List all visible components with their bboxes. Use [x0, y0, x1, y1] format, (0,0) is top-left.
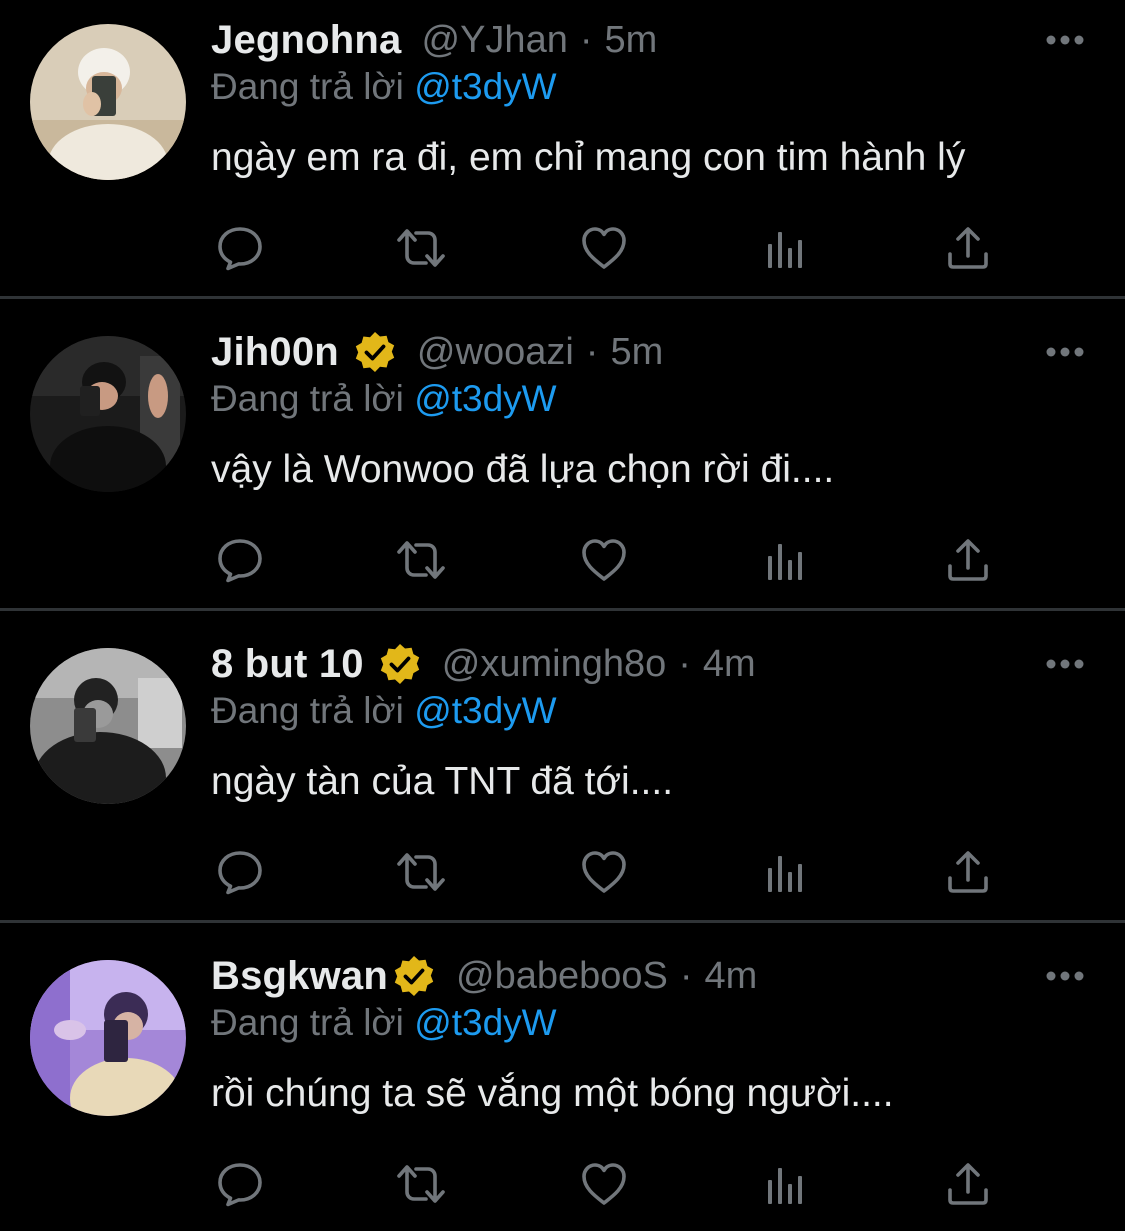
reply-icon	[218, 851, 262, 895]
separator: ·	[678, 642, 691, 685]
divider	[0, 920, 1125, 923]
views-icon	[768, 1168, 802, 1204]
views-icon	[768, 544, 802, 580]
tweet-text: ngày tàn của TNT đã tới....	[211, 760, 674, 803]
user-handle[interactable]: @YJhan	[422, 19, 568, 62]
replying-to: Đang trả lời @t3dyW	[211, 1002, 557, 1044]
retweet-button[interactable]	[395, 1158, 447, 1210]
more-icon[interactable]	[1045, 658, 1085, 670]
user-handle[interactable]: @xumingh8o	[442, 643, 666, 686]
replying-to-label: Đang trả lời	[211, 1002, 404, 1043]
mention-link[interactable]: @t3dyW	[414, 1002, 556, 1043]
tweet-text: ngày em ra đi, em chỉ mang con tim hành …	[211, 136, 966, 179]
action-bar	[212, 222, 992, 278]
reply-button[interactable]	[214, 222, 266, 274]
tweet-text: rồi chúng ta sẽ vắng một bóng người....	[211, 1072, 894, 1115]
reply-button[interactable]	[214, 1158, 266, 1210]
avatar[interactable]	[30, 648, 186, 804]
tweet[interactable]: Jih00n @wooazi · 5m Đang trả lời @t3dyW …	[0, 312, 1125, 624]
share-button[interactable]	[942, 534, 994, 586]
heart-icon	[582, 1163, 626, 1205]
share-button[interactable]	[942, 222, 994, 274]
verified-badge-icon	[394, 956, 434, 996]
reply-icon	[218, 1163, 262, 1207]
tweet-text: vậy là Wonwoo đã lựa chọn rời đi....	[211, 448, 835, 491]
avatar[interactable]	[30, 24, 186, 180]
timestamp[interactable]: 4m	[705, 955, 758, 998]
separator: ·	[679, 954, 693, 997]
share-icon	[948, 1163, 988, 1205]
more-icon[interactable]	[1045, 970, 1085, 982]
views-icon	[768, 232, 802, 268]
reply-icon	[218, 227, 262, 271]
share-button[interactable]	[942, 846, 994, 898]
avatar[interactable]	[30, 336, 186, 492]
avatar[interactable]	[30, 960, 186, 1116]
timestamp[interactable]: 5m	[610, 331, 663, 374]
heart-icon	[582, 851, 626, 893]
display-name[interactable]: Jih00n	[211, 330, 339, 375]
mention-link[interactable]: @t3dyW	[414, 66, 556, 107]
display-name[interactable]: 8 but 10	[211, 642, 364, 687]
timestamp[interactable]: 4m	[703, 643, 756, 686]
tweet[interactable]: 8 but 10 @xumingh8o · 4m Đang trả lời @t…	[0, 624, 1125, 936]
verified-badge-icon	[355, 332, 395, 372]
tweet-header: Bsgkwan @babebooS · 4m	[211, 950, 757, 1002]
replying-to-label: Đang trả lời	[211, 66, 404, 107]
divider	[0, 608, 1125, 611]
more-icon[interactable]	[1045, 34, 1085, 46]
share-icon	[948, 227, 988, 269]
divider	[0, 296, 1125, 299]
views-button[interactable]	[760, 222, 812, 274]
action-bar	[212, 534, 992, 590]
like-button[interactable]	[578, 534, 630, 586]
tweet[interactable]: Jegnohna @YJhan · 5m Đang trả lời @t3dyW…	[0, 0, 1125, 312]
like-button[interactable]	[578, 1158, 630, 1210]
retweet-icon	[397, 1165, 445, 1203]
tweet-header: Jih00n @wooazi · 5m	[211, 326, 663, 378]
action-bar	[212, 846, 992, 902]
separator: ·	[579, 18, 593, 61]
share-button[interactable]	[942, 1158, 994, 1210]
views-button[interactable]	[760, 1158, 812, 1210]
share-icon	[948, 851, 988, 893]
display-name[interactable]: Jegnohna	[211, 18, 402, 63]
heart-icon	[582, 539, 626, 581]
more-icon[interactable]	[1045, 346, 1085, 358]
replying-to-label: Đang trả lời	[211, 690, 404, 731]
replying-to-label: Đang trả lời	[211, 378, 404, 419]
replying-to: Đang trả lời @t3dyW	[211, 66, 557, 108]
retweet-icon	[397, 853, 445, 891]
like-button[interactable]	[578, 846, 630, 898]
replying-to: Đang trả lời @t3dyW	[211, 378, 557, 420]
action-bar	[212, 1158, 992, 1214]
like-button[interactable]	[578, 222, 630, 274]
timestamp[interactable]: 5m	[605, 19, 658, 62]
tweet[interactable]: Bsgkwan @babebooS · 4m Đang trả lời @t3d…	[0, 936, 1125, 1231]
views-button[interactable]	[760, 534, 812, 586]
retweet-button[interactable]	[395, 534, 447, 586]
replying-to: Đang trả lời @t3dyW	[211, 690, 557, 732]
reply-icon	[218, 539, 262, 583]
tweet-header: 8 but 10 @xumingh8o · 4m	[211, 638, 756, 690]
retweet-icon	[397, 229, 445, 267]
reply-button[interactable]	[214, 534, 266, 586]
views-button[interactable]	[760, 846, 812, 898]
mention-link[interactable]: @t3dyW	[414, 690, 556, 731]
separator: ·	[585, 330, 599, 373]
heart-icon	[582, 227, 626, 269]
timeline: Jegnohna @YJhan · 5m Đang trả lời @t3dyW…	[0, 0, 1125, 1231]
share-icon	[948, 539, 988, 581]
user-handle[interactable]: @wooazi	[417, 331, 574, 374]
tweet-header: Jegnohna @YJhan · 5m	[211, 14, 657, 66]
retweet-button[interactable]	[395, 846, 447, 898]
verified-badge-icon	[380, 644, 419, 684]
display-name[interactable]: Bsgkwan	[211, 954, 388, 999]
retweet-icon	[397, 541, 445, 579]
views-icon	[768, 856, 802, 892]
retweet-button[interactable]	[395, 222, 447, 274]
mention-link[interactable]: @t3dyW	[414, 378, 556, 419]
user-handle[interactable]: @babebooS	[456, 955, 668, 998]
reply-button[interactable]	[214, 846, 266, 898]
